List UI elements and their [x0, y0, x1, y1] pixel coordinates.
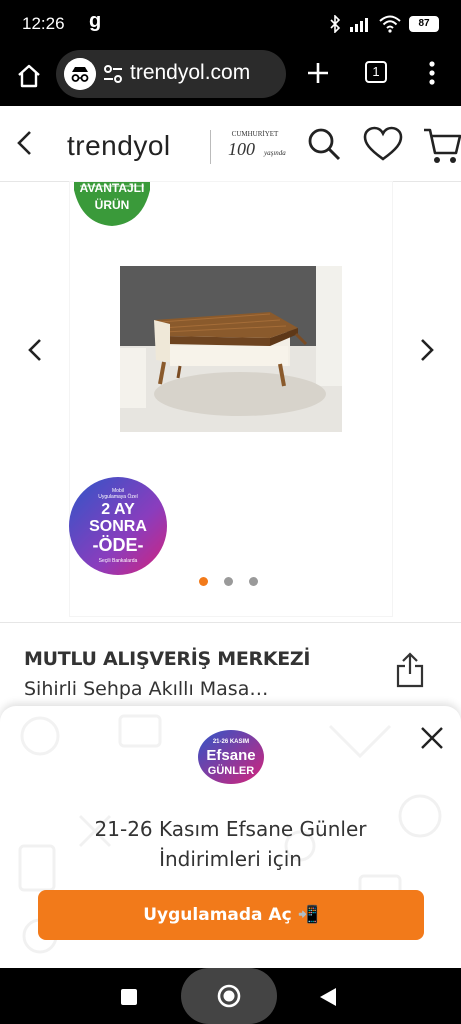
product-image[interactable] [120, 266, 342, 432]
more-menu-icon[interactable] [422, 59, 442, 87]
home-icon[interactable] [14, 61, 44, 91]
cumhuriyet-100-badge: CUMHURİYET 100 yaşında [228, 130, 286, 159]
ay-line1: 2 AY [101, 501, 135, 518]
carousel-dot-2[interactable] [224, 577, 233, 586]
trendyol-logo[interactable]: trendyol [67, 130, 171, 162]
browser-toolbar: trendyol.com 1 [0, 48, 461, 106]
address-bar[interactable]: trendyol.com [56, 50, 286, 98]
efsane-top: 21-26 KASIM [213, 739, 249, 745]
product-brand[interactable]: MUTLU ALIŞVERİŞ MERKEZİ [24, 648, 310, 670]
app-header: trendyol CUMHURİYET 100 yaşında [0, 106, 461, 182]
carousel-dot-1[interactable] [199, 577, 208, 586]
promo-message: 21-26 Kasım Efsane Günler İndirimleri iç… [0, 814, 461, 874]
url-text: trendyol.com [130, 61, 251, 84]
battery-icon: 87 [409, 16, 439, 32]
carrier-icon: g [89, 10, 102, 32]
cart-icon[interactable] [422, 126, 461, 166]
signal-icon [350, 18, 368, 32]
next-image-arrow-icon[interactable] [412, 336, 440, 364]
close-icon[interactable] [418, 724, 446, 752]
recents-square-icon[interactable] [121, 989, 137, 1005]
urun-text: ÜRÜN [95, 197, 130, 212]
search-icon[interactable] [306, 126, 342, 162]
back-arrow-icon[interactable] [10, 128, 40, 158]
app-promo-sheet: 21-26 KASIM Efsane GÜNLER 21-26 Kasım Ef… [0, 706, 461, 968]
efsane-gunler-badge: 21-26 KASIM Efsane GÜNLER [198, 730, 264, 784]
product-name: Sihirli Sehpa Akıllı Masa… [24, 678, 269, 700]
promo-line-1: 21-26 Kasım Efsane Günler [94, 817, 367, 841]
status-icons: 87 [329, 12, 439, 36]
new-tab-icon[interactable] [304, 59, 332, 87]
share-icon[interactable] [396, 652, 424, 688]
efsane-main: Efsane [206, 747, 255, 764]
2-ay-sonra-ode-badge: Mobil Uygulamaya Özel 2 AY SONRA -ÖDE- S… [69, 477, 167, 575]
logo-divider [210, 130, 211, 164]
incognito-icon [64, 58, 96, 90]
system-nav-bar [0, 968, 461, 1024]
status-bar: 12:26 g 87 [0, 0, 461, 48]
ay-small-bottom: Seçili Bankalarda [99, 558, 138, 564]
badge100-number: 100 [228, 139, 255, 159]
carousel-dots [199, 577, 258, 586]
home-circle-icon [217, 984, 241, 1008]
screen: 12:26 g 87 trendyol.com 1 trendyol CUMHU… [0, 0, 461, 1024]
ay-line2: SONRA [89, 518, 147, 535]
home-pill[interactable] [181, 968, 277, 1024]
badge100-sub: yaşında [263, 149, 286, 157]
promo-line-2: İndirimleri için [159, 847, 302, 871]
avantajli-text: AVANTAJLI [80, 182, 145, 195]
section-divider [0, 622, 461, 623]
bluetooth-icon [330, 15, 341, 33]
favorites-heart-icon[interactable] [363, 126, 403, 162]
avantajli-urun-badge: AVANTAJLI ÜRÜN [74, 182, 150, 226]
badge100-top: CUMHURİYET [232, 130, 279, 138]
back-triangle-icon[interactable] [318, 986, 338, 1008]
site-settings-icon[interactable] [102, 63, 124, 85]
product-gallery: AVANTAJLI ÜRÜN Mobil Uygulamaya Özel 2 A… [0, 182, 461, 622]
wifi-icon [379, 15, 401, 33]
ay-line3: -ÖDE- [93, 535, 144, 555]
ay-small-2: Uygulamaya Özel [98, 493, 137, 500]
status-time: 12:26 [22, 14, 65, 33]
tab-switcher-button[interactable]: 1 [365, 61, 387, 83]
efsane-sub: GÜNLER [208, 764, 255, 777]
carousel-dot-3[interactable] [249, 577, 258, 586]
open-in-app-button[interactable]: Uygulamada Aç 📲 [38, 890, 424, 940]
previous-image-arrow-icon[interactable] [22, 336, 50, 364]
